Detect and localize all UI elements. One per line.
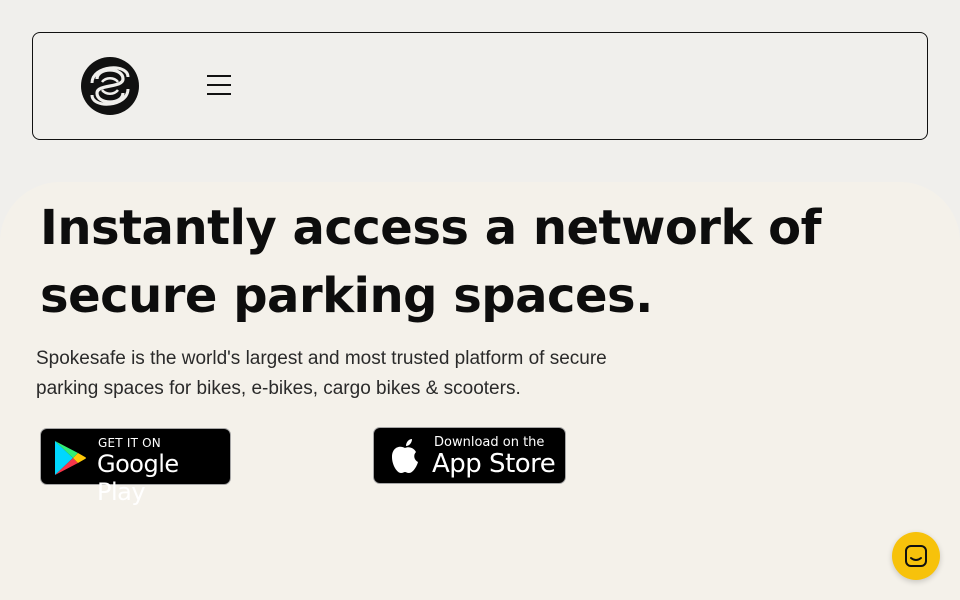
menu-line — [207, 93, 231, 95]
google-play-button[interactable]: GET IT ON Google Play — [40, 428, 231, 506]
navbar — [32, 32, 928, 140]
app-store-big-text: App Store — [432, 449, 556, 479]
menu-line — [207, 84, 231, 86]
description-line-2: parking spaces for bikes, e-bikes, cargo… — [36, 378, 521, 399]
hero-headline: Instantly access a network of secure par… — [40, 194, 840, 330]
google-play-icon — [55, 441, 86, 475]
spokesafe-logo[interactable] — [79, 55, 141, 117]
google-play-small-text: GET IT ON — [98, 436, 161, 450]
app-store-small-text: Download on the — [434, 435, 545, 450]
headline-line-2: secure parking spaces. — [40, 268, 653, 324]
apple-icon — [392, 439, 418, 473]
description-line-1: Spokesafe is the world's largest and mos… — [36, 348, 607, 369]
hero-description: Spokesafe is the world's largest and mos… — [36, 344, 616, 404]
chat-icon — [905, 545, 927, 567]
menu-line — [207, 75, 231, 77]
hamburger-menu-icon[interactable] — [207, 75, 233, 97]
headline-line-1: Instantly access a network of — [40, 200, 821, 256]
chat-launcher-button[interactable] — [892, 532, 940, 580]
app-store-button[interactable]: Download on the App Store — [373, 427, 566, 484]
google-play-big-text: Google Play — [97, 450, 179, 506]
